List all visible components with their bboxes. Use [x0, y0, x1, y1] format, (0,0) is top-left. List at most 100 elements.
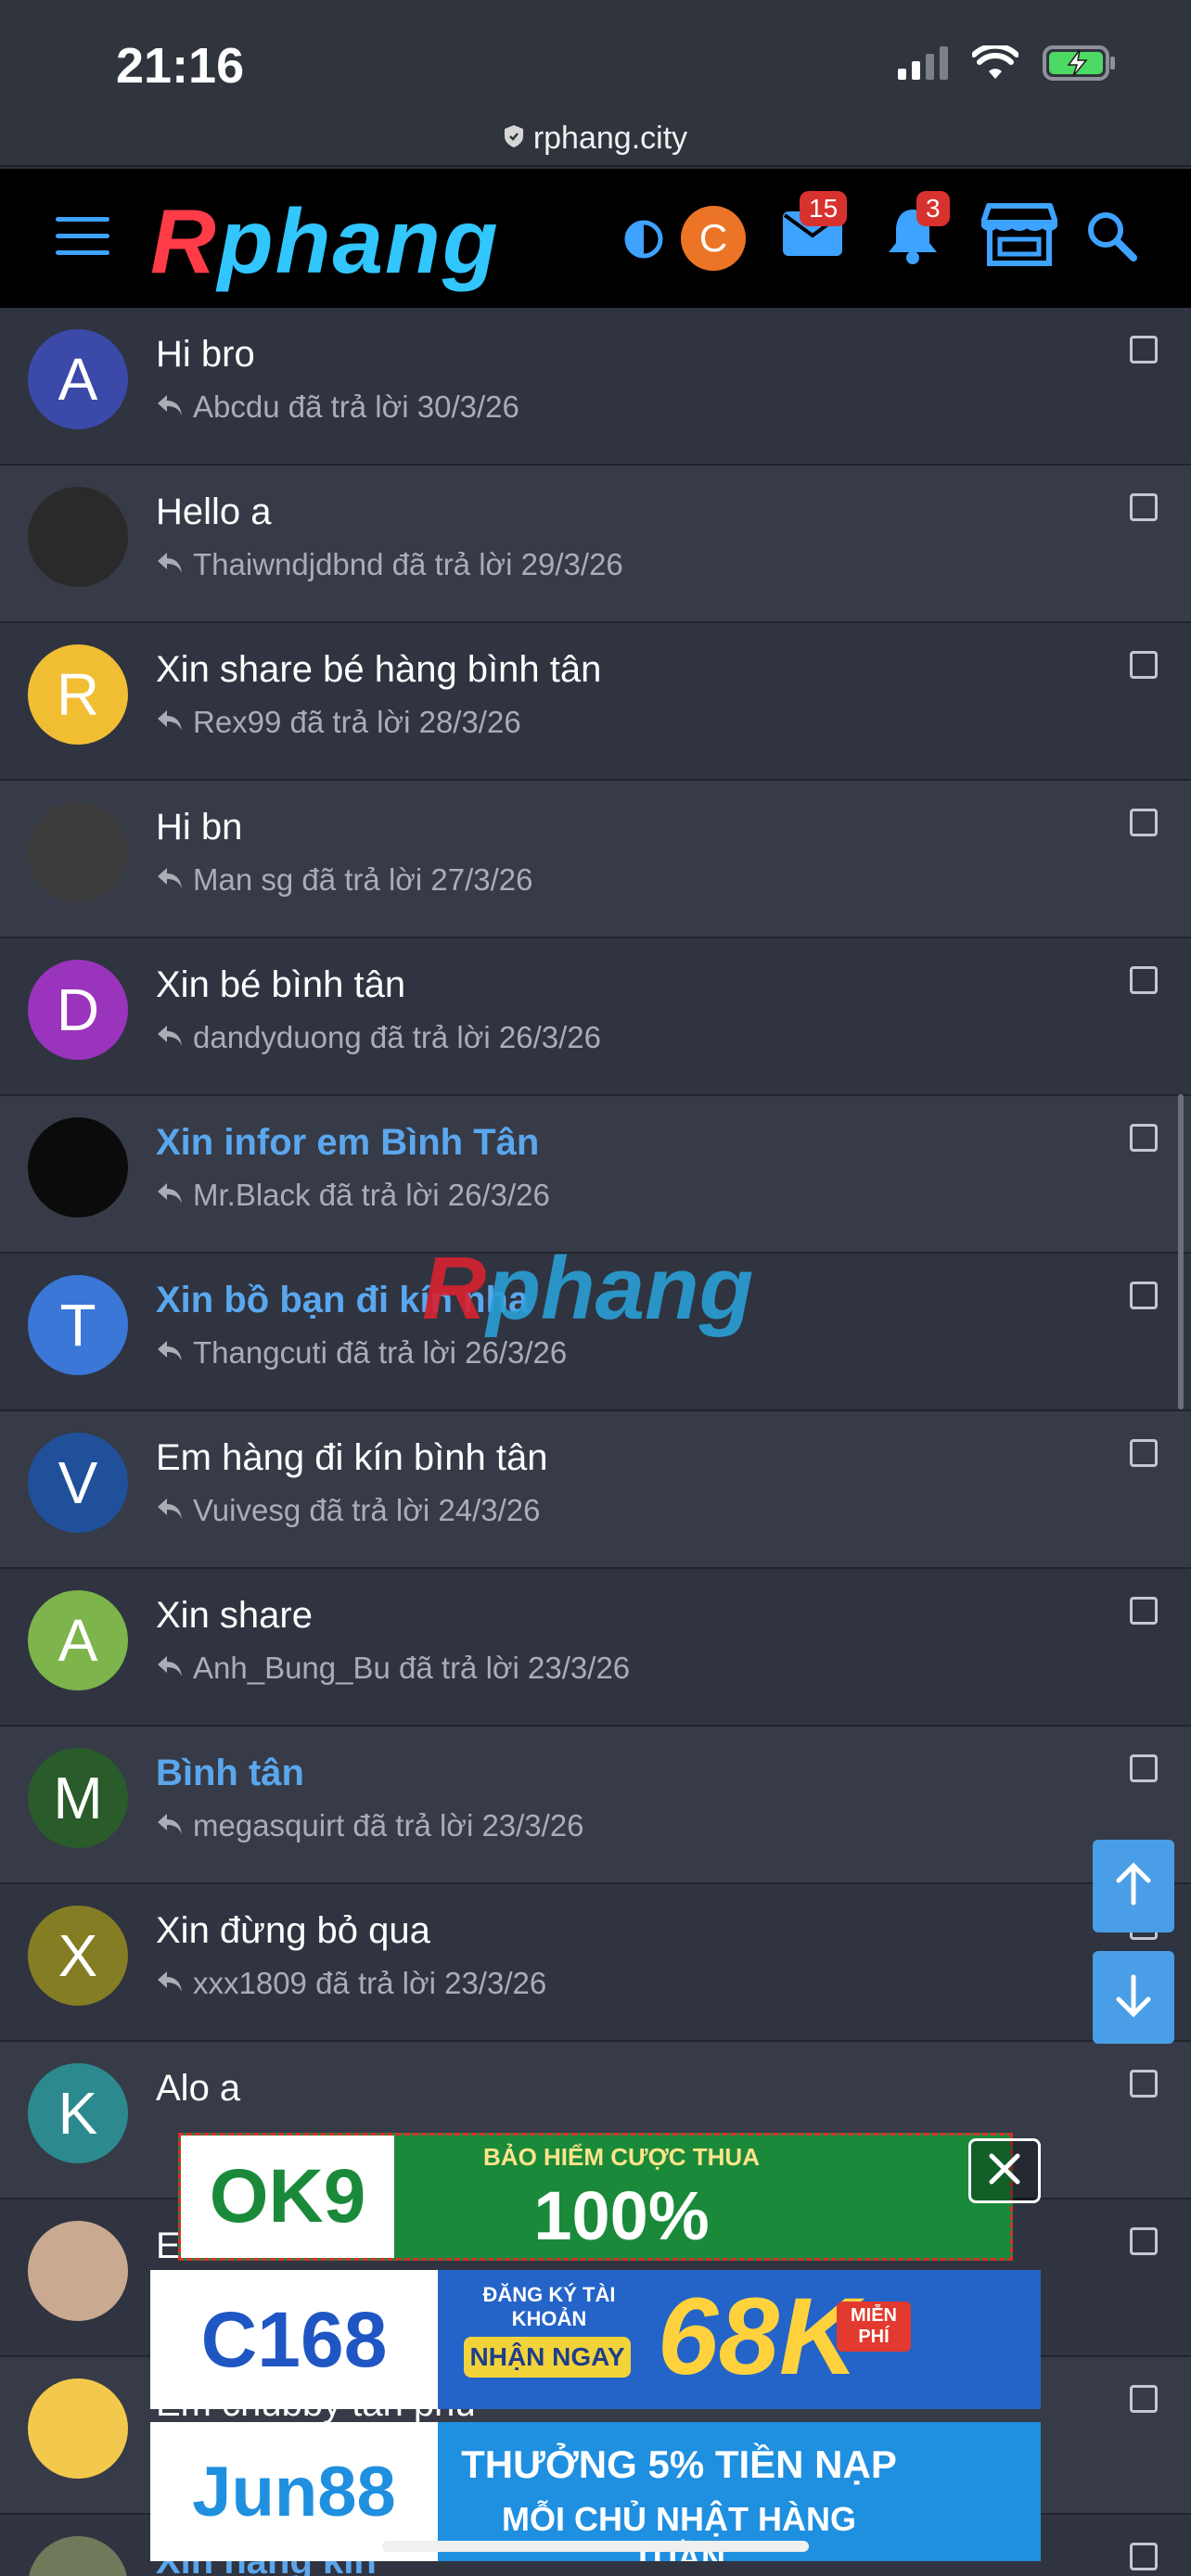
conversation-title[interactable]: Hi bn	[156, 807, 242, 848]
select-checkbox[interactable]	[1130, 1124, 1158, 1152]
url-bar[interactable]: rphang.city	[0, 111, 1191, 167]
select-checkbox[interactable]	[1130, 1439, 1158, 1467]
wifi-icon	[972, 45, 1018, 81]
conversation-meta: Abcdu đã trả lời 30/3/26	[156, 389, 519, 425]
ad-c168-line2: NHẬN NGAY	[464, 2337, 631, 2378]
user-avatar[interactable]: A	[28, 1590, 128, 1690]
conversation-title[interactable]: Xin share bé hàng bình tân	[156, 649, 601, 691]
battery-charging-icon	[1043, 45, 1117, 82]
select-checkbox[interactable]	[1130, 336, 1158, 363]
conversation-row[interactable]: Xin infor em Bình Tân Mr.Black đã trả lời…	[0, 1096, 1191, 1254]
close-icon	[986, 2150, 1023, 2192]
conversation-title[interactable]: Hello a	[156, 491, 272, 533]
conversation-title[interactable]: Alo a	[156, 2068, 240, 2110]
store-icon[interactable]	[980, 202, 1058, 272]
user-avatar-button[interactable]: C	[681, 206, 746, 271]
user-avatar[interactable]	[28, 2536, 128, 2576]
user-avatar[interactable]: X	[28, 1906, 128, 2006]
user-avatar[interactable]: V	[28, 1433, 128, 1533]
ad-jun88-line2: MỖI CHỦ NHẬT HÀNG TUẦN	[502, 2500, 856, 2561]
conversation-row[interactable]: X Xin đừng bỏ qua xxx1809 đã trả lời 23/3/…	[0, 1884, 1191, 2042]
conversation-meta-text: Thangcuti đã trả lời 26/3/26	[193, 1335, 568, 1370]
user-avatar[interactable]	[28, 487, 128, 587]
conversation-title[interactable]: Xin bé bình tân	[156, 964, 405, 1006]
conversation-meta-text: Vuivesg đã trả lời 24/3/26	[193, 1493, 541, 1527]
select-checkbox[interactable]	[1130, 651, 1158, 679]
search-icon[interactable]	[1085, 210, 1137, 266]
select-checkbox[interactable]	[1130, 966, 1158, 994]
conversation-title[interactable]: Em hàng đi kín bình tân	[156, 1437, 548, 1479]
select-checkbox[interactable]	[1130, 2227, 1158, 2255]
reply-arrow-icon	[156, 862, 184, 898]
select-checkbox[interactable]	[1130, 1282, 1158, 1309]
conversation-row[interactable]: R Xin share bé hàng bình tân Rex99 đã trả …	[0, 623, 1191, 781]
user-avatar[interactable]	[28, 1117, 128, 1218]
scroll-to-bottom-button[interactable]	[1093, 1951, 1174, 2044]
conversation-meta: Vuivesg đã trả lời 24/3/26	[156, 1493, 540, 1528]
ad-ok9-brand: OK9	[181, 2136, 394, 2258]
theme-toggle-icon[interactable]	[623, 219, 664, 264]
ad-banner-ok9[interactable]: OK9 BẢO HIỂM CƯỢC THUA 100%	[178, 2133, 1013, 2261]
user-avatar[interactable]: D	[28, 960, 128, 1060]
select-checkbox[interactable]	[1130, 2385, 1158, 2413]
conversation-meta: dandyduong đã trả lời 26/3/26	[156, 1020, 601, 1055]
ad-jun88-line1: THƯỞNG 5% TIỀN NẠP	[461, 2442, 897, 2486]
conversation-row[interactable]: M Bình tân megasquirt đã trả lời 23/3/26	[0, 1727, 1191, 1884]
conversation-row[interactable]: D Xin bé bình tân dandyduong đã trả lời 26…	[0, 938, 1191, 1096]
conversation-meta-text: Mr.Black đã trả lời 26/3/26	[193, 1178, 550, 1212]
select-checkbox[interactable]	[1130, 1597, 1158, 1625]
scroll-to-top-button[interactable]	[1093, 1840, 1174, 1932]
user-avatar[interactable]: A	[28, 329, 128, 429]
conversation-row[interactable]: Hello a Thaiwndjdbnd đã trả lời 29/3/26	[0, 465, 1191, 623]
site-logo[interactable]: Rphang	[150, 195, 500, 287]
select-checkbox[interactable]	[1130, 1754, 1158, 1782]
reply-arrow-icon	[156, 1020, 184, 1055]
ad-banner-c168[interactable]: C168 ĐĂNG KÝ TÀI KHOẢN NHẬN NGAY 68K MIỄ…	[150, 2270, 1041, 2409]
arrow-up-icon	[1113, 1861, 1154, 1911]
user-avatar[interactable]	[28, 2221, 128, 2321]
user-avatar[interactable]	[28, 802, 128, 902]
conversation-meta: Thaiwndjdbnd đã trả lời 29/3/26	[156, 547, 623, 582]
hamburger-menu-button[interactable]	[56, 217, 109, 260]
notifications-badge: 3	[916, 191, 950, 226]
page-scrollbar[interactable]	[1178, 1094, 1184, 1409]
conversation-row[interactable]: A Hi bro Abcdu đã trả lời 30/3/26	[0, 308, 1191, 465]
home-indicator[interactable]	[382, 2541, 809, 2552]
conversation-title[interactable]: Xin infor em Bình Tân	[156, 1122, 539, 1164]
conversation-meta: xxx1809 đã trả lời 23/3/26	[156, 1966, 546, 2001]
conversation-row[interactable]: Hi bn Man sg đã trả lời 27/3/26	[0, 781, 1191, 938]
user-avatar[interactable]: K	[28, 2063, 128, 2163]
user-avatar[interactable]	[28, 2378, 128, 2479]
reply-arrow-icon	[156, 1335, 184, 1371]
conversation-meta: megasquirt đã trả lời 23/3/26	[156, 1808, 584, 1843]
user-avatar[interactable]: T	[28, 1275, 128, 1375]
user-avatar[interactable]: R	[28, 644, 128, 745]
conversation-meta: Mr.Black đã trả lời 26/3/26	[156, 1178, 550, 1213]
conversation-row[interactable]: A Xin share Anh_Bung_Bu đã trả lời 23/3/26	[0, 1569, 1191, 1727]
url-text: rphang.city	[532, 120, 688, 156]
select-checkbox[interactable]	[1130, 493, 1158, 521]
select-checkbox[interactable]	[1130, 2543, 1158, 2570]
conversation-meta: Anh_Bung_Bu đã trả lời 23/3/26	[156, 1651, 630, 1686]
ad-ok9-line2: 100%	[533, 2177, 710, 2254]
ad-c168-line1: ĐĂNG KÝ TÀI KHOẢN	[482, 2283, 616, 2330]
conversation-title[interactable]: E	[156, 2225, 181, 2267]
reply-arrow-icon	[156, 1966, 184, 2001]
conversation-title[interactable]: Bình tân	[156, 1753, 304, 1794]
conversation-meta: Rex99 đã trả lời 28/3/26	[156, 705, 521, 740]
status-icons	[898, 45, 1117, 82]
reply-arrow-icon	[156, 1808, 184, 1843]
reply-arrow-icon	[156, 547, 184, 582]
conversation-meta: Thangcuti đã trả lời 26/3/26	[156, 1335, 567, 1371]
conversation-title[interactable]: Xin share	[156, 1595, 313, 1637]
select-checkbox[interactable]	[1130, 809, 1158, 836]
conversation-title[interactable]: Xin đừng bỏ qua	[156, 1910, 430, 1952]
ad-ok9-line1: BẢO HIỂM CƯỢC THUA	[483, 2143, 760, 2171]
conversation-meta-text: Anh_Bung_Bu đã trả lời 23/3/26	[193, 1651, 631, 1685]
conversation-row[interactable]: V Em hàng đi kín bình tân Vuivesg đã trả l…	[0, 1411, 1191, 1569]
user-avatar[interactable]: M	[28, 1748, 128, 1848]
select-checkbox[interactable]	[1130, 2070, 1158, 2098]
ad-close-button[interactable]	[968, 2138, 1041, 2203]
conversation-title[interactable]: Hi bro	[156, 334, 255, 376]
ad-c168-brand: C168	[150, 2270, 438, 2409]
